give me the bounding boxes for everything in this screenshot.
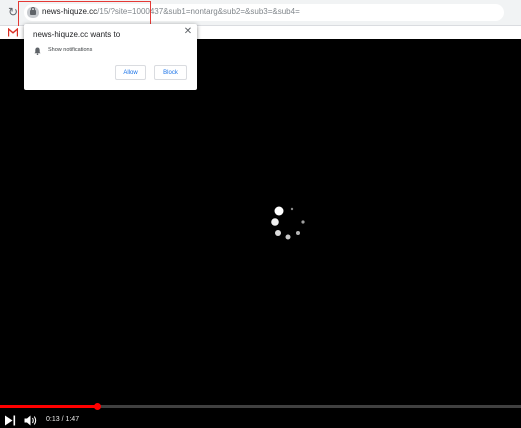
close-icon[interactable]: ✕ [183,27,193,37]
play-icon[interactable] [4,415,16,426]
loading-spinner-icon [271,206,305,240]
bell-icon [34,47,41,55]
dialog-title: news-hiquze.cc wants to [33,30,121,39]
video-progress-bar[interactable] [0,403,521,410]
time-display: 0:13 / 1:47 [46,416,80,423]
progress-played [0,405,98,408]
block-button[interactable]: Block [154,65,187,80]
notification-permission-dialog: news-hiquze.cc wants to ✕ Show notificat… [24,24,197,90]
volume-icon[interactable] [24,415,38,426]
permission-label: Show notifications [48,47,93,53]
allow-button[interactable]: Allow [115,65,146,80]
scrubber-handle[interactable] [94,403,102,410]
gmail-icon[interactable] [8,28,18,37]
